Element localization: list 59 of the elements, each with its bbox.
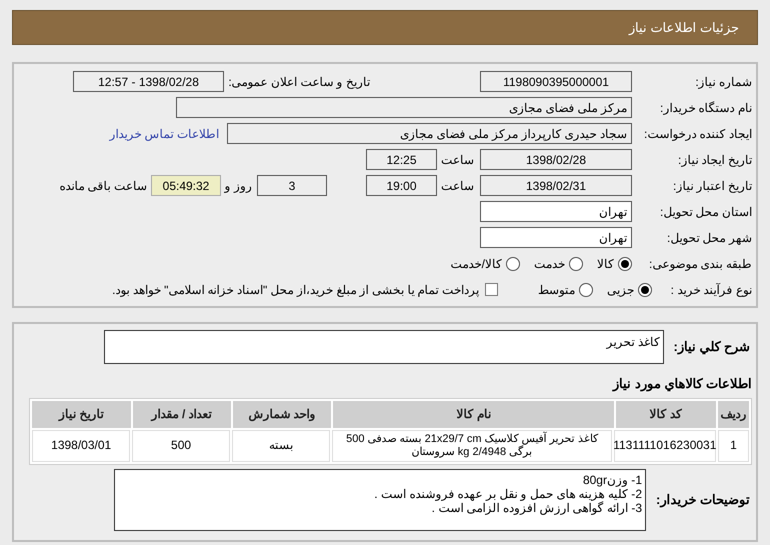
column-header: تعداد / مقدار xyxy=(132,400,231,428)
radio-label: کالا xyxy=(597,256,614,272)
remaining-time-field: 05:49:32 xyxy=(151,175,221,196)
note-line: 3- ارائه گواهی ارزش افزوده الزامی است . xyxy=(432,500,642,514)
radio-button[interactable] xyxy=(638,282,652,296)
days-field: 3 xyxy=(257,175,327,196)
location-field: تهران xyxy=(480,227,632,248)
field-label: شهر محل تحویل: xyxy=(666,230,753,246)
field-label: نام دستگاه خریدار: xyxy=(658,100,753,116)
buyer-field: مرکز ملی فضای مجازی xyxy=(176,97,632,118)
table-cell: 1398/03/01 xyxy=(32,430,130,462)
checkbox-label: پرداخت تمام یا بخشی از مبلغ خرید،از محل "اسناد خزانه اسلامی" خواهد بود. xyxy=(112,282,479,298)
field-label: شماره نیاز: xyxy=(694,74,753,90)
time-field: 12:25 xyxy=(366,149,437,170)
section-title: اطلاعات کالاهاي مورد نياز xyxy=(611,375,753,394)
radio-button[interactable] xyxy=(579,282,593,296)
radio-button[interactable] xyxy=(506,256,520,270)
field-label: شرح کلي نياز: xyxy=(672,338,751,356)
field-label: استان محل تحویل: xyxy=(658,204,753,220)
radio-label: جزیی xyxy=(607,282,634,298)
buyer-contact-link[interactable]: اطلاعات تماس خریدار xyxy=(109,124,219,142)
page-header: جزئیات اطلاعات نیاز xyxy=(12,10,758,45)
radio-label: خدمت xyxy=(534,256,565,272)
table-cell: 1131111016230031 xyxy=(614,430,716,462)
announce-date-field: 1398/02/28 - 12:57 xyxy=(73,71,224,92)
summary-field: کاغذ تحریر xyxy=(104,330,664,364)
field-label: توضیحات خریدار: xyxy=(655,490,751,510)
days-label: روز و xyxy=(223,178,253,194)
field-label: طبقه بندی موضوعی: xyxy=(648,256,753,272)
checkbox[interactable] xyxy=(485,283,498,296)
field-label: تاریخ و ساعت اعلان عمومی: xyxy=(227,74,371,90)
table-cell: کاغذ تحریر آفیس کلاسیک 21x29/7 cm بسته صدفی 500 برگی 2/4948 kg سروستان xyxy=(332,430,612,462)
table-cell: بسته xyxy=(232,430,330,462)
time-label: ساعت xyxy=(440,152,475,168)
table-cell: 1 xyxy=(718,430,749,462)
need-number-field: 1198090395000001 xyxy=(480,71,632,92)
creator-field: سجاد حیدری کارپرداز مرکز ملی فضای مجازی xyxy=(227,123,632,144)
date-field: 1398/02/28 xyxy=(480,149,632,170)
radio-button[interactable] xyxy=(618,256,632,270)
note-line: 1- وزن80gr xyxy=(582,472,642,486)
note-line: 2- کلیه هزینه های حمل و نقل بر عهده فروشنده است . xyxy=(373,486,642,500)
time-label: ساعت xyxy=(440,178,475,194)
table-cell: 500 xyxy=(132,430,230,462)
column-header: ردیف xyxy=(718,400,749,428)
radio-button[interactable] xyxy=(569,256,583,270)
radio-label: متوسط xyxy=(538,282,575,298)
column-header: تاریخ نیاز xyxy=(32,400,131,428)
date-field: 1398/02/31 xyxy=(480,175,632,196)
remaining-label: ساعت باقی مانده xyxy=(59,178,148,194)
location-field: تهران xyxy=(480,201,632,222)
column-header: نام کالا xyxy=(333,400,614,428)
radio-label: کالا/خدمت xyxy=(450,256,502,272)
field-label: تاریخ اعتبار نیاز: xyxy=(672,178,753,194)
field-label: ایجاد کننده درخواست: xyxy=(642,126,753,142)
time-field: 19:00 xyxy=(366,175,437,196)
field-label: نوع فرآیند خرید : xyxy=(670,282,753,298)
column-header: واحد شمارش xyxy=(232,400,332,428)
field-label: تاریخ ایجاد نیاز: xyxy=(676,152,753,168)
column-header: کد کالا xyxy=(616,400,716,428)
